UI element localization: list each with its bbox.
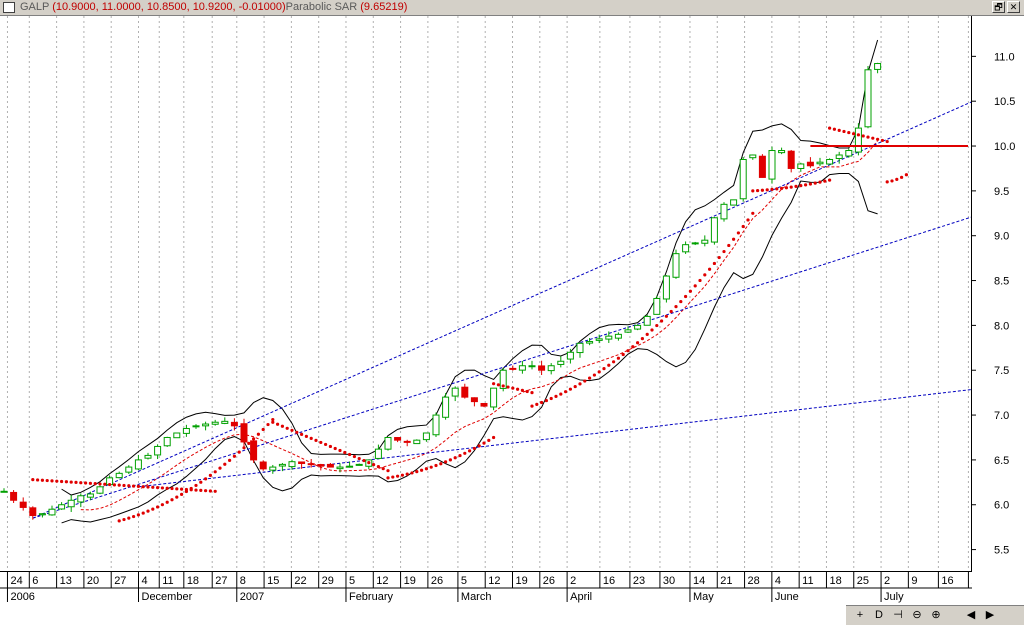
day-tick-label: 16 [941,575,953,587]
day-tick-label: 12 [376,575,388,587]
price-axis: 5.5 6.0 6.5 7.0 7.5 8.0 8.5 9.0 9.5 10.0 10.5 11.0 [972,16,1024,572]
period-label: 2007 [240,591,264,603]
price-tick-label: 7.5 [994,365,1009,377]
day-tick-label: 19 [404,575,416,587]
day-tick-label: 28 [748,575,760,587]
day-tick-label: 20 [87,575,99,587]
day-tick-label: 18 [829,575,841,587]
day-tick-label: 12 [488,575,500,587]
day-tick-label: 11 [802,575,813,587]
price-tick-label: 7.0 [994,410,1009,422]
close-button[interactable]: ✕ [1007,1,1020,13]
day-tick-label: 18 [187,575,199,587]
period-label: April [570,591,592,603]
day-tick-label: 4 [142,575,148,587]
day-tick-label: 15 [267,575,279,587]
day-tick-label: 6 [32,575,38,587]
chart-window-titlebar[interactable]: GALP (10.9000, 11.0000, 10.8500, 10.9200… [0,0,1024,16]
day-tick-label: 25 [857,575,869,587]
price-tick-label: 10.5 [994,96,1015,108]
period-label: 2006 [10,591,34,603]
plot-frame [0,16,972,572]
price-tick-label: 9.0 [994,231,1009,243]
day-tick-label: 26 [431,575,443,587]
day-tick-label: 27 [114,575,126,587]
restore-button[interactable]: 🗗 [992,1,1005,13]
price-tick-label: 9.5 [994,186,1009,198]
price-tick-label: 11.0 [994,51,1015,63]
day-tick-label: 5 [349,575,355,587]
day-tick-label: 27 [215,575,227,587]
day-tick-label: 19 [516,575,528,587]
chart-navigation-bar: + D ⊣ ⊖ ⊕ ◀ ▶ [846,605,1024,625]
day-tick-label: 11 [162,575,173,587]
period-label: July [884,591,904,603]
day-tick-label: 5 [461,575,467,587]
window-menu-icon[interactable] [3,2,15,13]
day-tick-label: 2 [884,575,890,587]
ohlc-values: (10.9000, 11.0000, 10.8500, 10.9200, -0.… [52,1,286,13]
day-tick-label: 9 [911,575,917,587]
day-tick-label: 14 [693,575,705,587]
indicator-name: Parabolic SAR [285,1,358,13]
price-tick-label: 6.0 [994,500,1009,512]
day-tick-label: 24 [10,575,22,587]
day-tick-label: 4 [775,575,781,587]
price-tick-label: 6.5 [994,455,1009,467]
price-tick-label: 5.5 [994,545,1009,557]
day-tick-label: 16 [603,575,615,587]
scroll-right-icon[interactable]: ▶ [982,608,998,623]
period-label: February [349,591,394,603]
day-tick-label: 22 [294,575,306,587]
period-label: June [775,591,799,603]
day-tick-label: 13 [60,575,72,587]
day-tick-label: 30 [663,575,675,587]
day-tick-label: 29 [322,575,334,587]
scroll-left-icon[interactable]: ◀ [963,608,979,623]
date-axis: 24 6 13 20 27 4 11 18 27 8 15 22 29 5 12 19 26 5 12 19 26 2 16… [0,572,972,625]
data-window-icon[interactable]: D [871,608,887,623]
period-label: March [461,591,492,603]
indicator-value: (9.65219) [360,1,408,13]
zoom-fit-icon[interactable]: ⊕ [928,608,944,623]
day-tick-label: 23 [971,575,972,587]
day-tick-label: 21 [720,575,732,587]
price-tick-label: 8.0 [994,320,1009,332]
symbol-label: GALP [20,1,50,13]
day-tick-label: 8 [240,575,246,587]
chart-caption: GALP (10.9000, 11.0000, 10.8500, 10.9200… [20,1,407,13]
period-label: May [693,591,714,603]
day-tick-label: 2 [570,575,576,587]
period-label: December [142,591,193,603]
day-tick-label: 23 [633,575,645,587]
zoom-out-icon[interactable]: ⊖ [909,608,925,623]
day-tick-label: 26 [543,575,555,587]
price-tick-label: 8.5 [994,276,1009,288]
zoom-in-icon[interactable]: + [852,608,868,623]
scroll-begin-icon[interactable]: ⊣ [890,608,906,623]
price-tick-label: 10.0 [994,141,1015,153]
